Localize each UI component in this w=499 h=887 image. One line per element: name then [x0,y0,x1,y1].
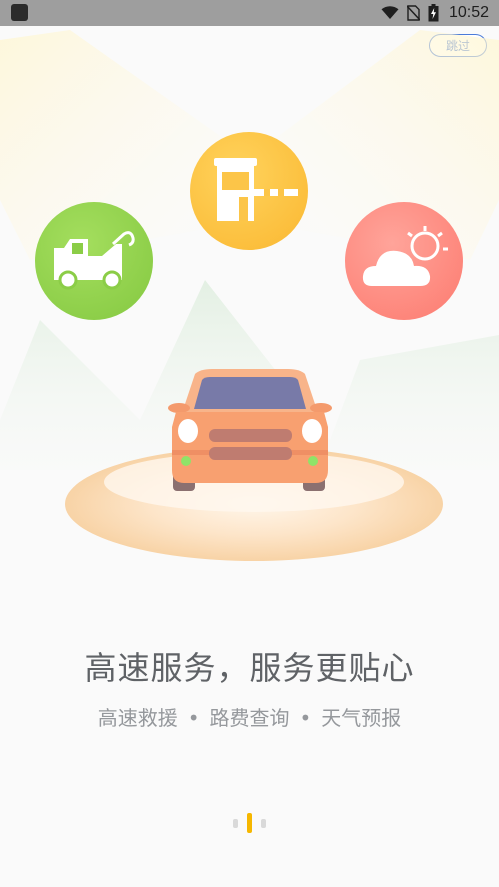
app-icon [11,4,28,21]
battery-charging-icon [428,4,439,22]
page-dot[interactable] [261,818,266,828]
separator-dot: • [299,706,312,730]
headline: 高速服务，服务更贴心 [84,649,415,687]
tow-truck-icon [35,202,153,320]
illustration [0,30,499,561]
no-sim-icon [406,5,420,21]
page-dot-active[interactable] [247,813,252,833]
page-indicator [0,812,499,834]
separator-dot: • [187,706,200,730]
status-icons: 10:52 [381,0,489,26]
weather-icon [345,202,463,320]
feature-list: 高速救援 • 路费查询 • 天气预报 [0,702,499,731]
status-bar: 10:52 [0,0,499,26]
wifi-icon [381,6,399,19]
car-icon [168,369,332,491]
status-time: 10:52 [448,4,489,21]
toll-gate-icon [190,132,308,250]
feature-rescue: 高速救援 [97,706,178,730]
feature-weather: 天气预报 [321,706,402,730]
feature-toll-query: 路费查询 [209,706,290,730]
page-dot[interactable] [233,818,238,828]
